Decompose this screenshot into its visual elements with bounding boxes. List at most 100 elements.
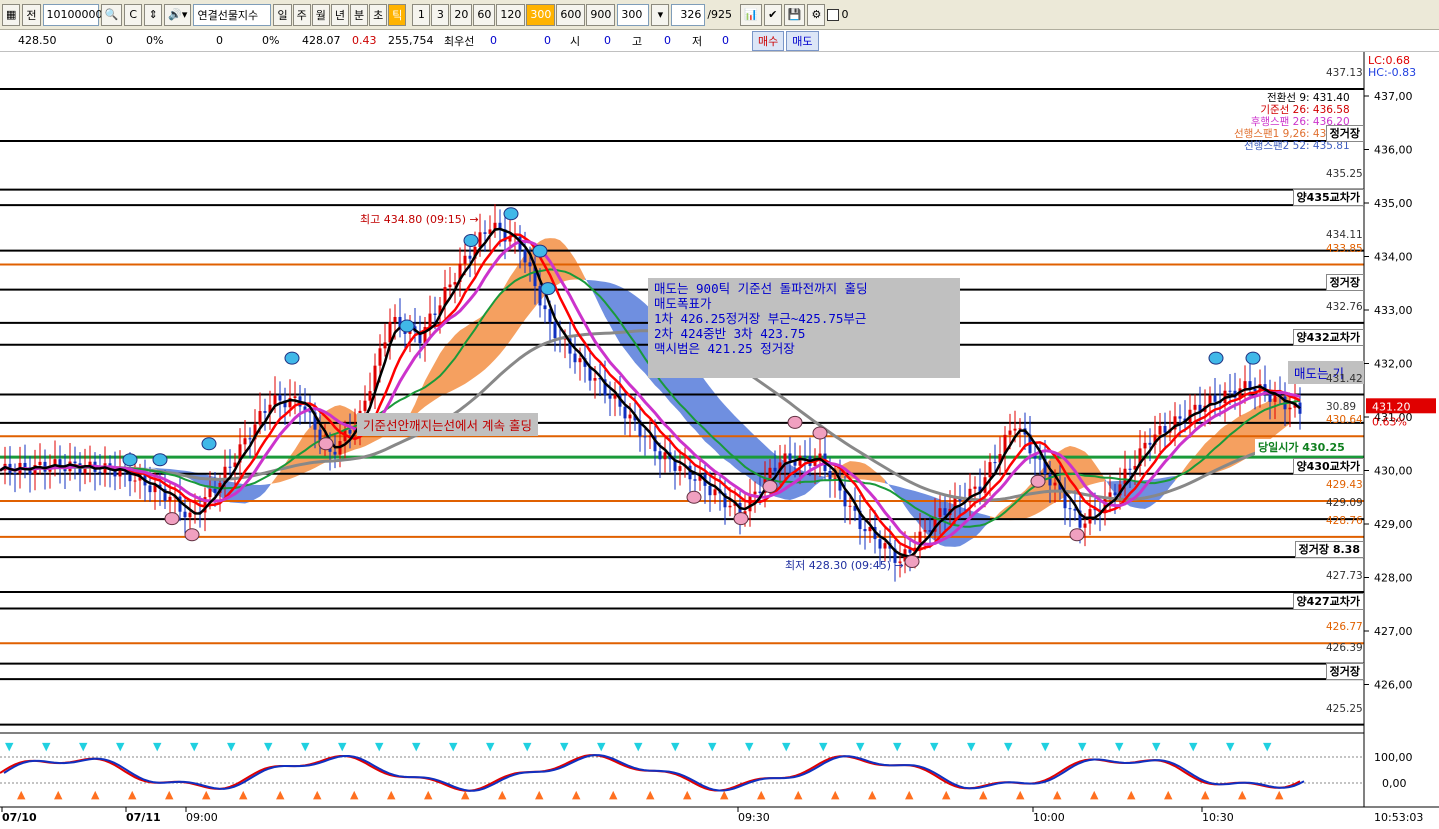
osc-arrow-up: ▲ [1127,788,1136,801]
chart-type-icon[interactable]: ▦ [2,3,21,26]
candle-body [938,508,942,517]
signal-marker-top [399,319,415,333]
osc-arrow-up: ▲ [461,788,470,801]
indicator-icon[interactable]: 📊 [740,3,762,26]
gear-icon[interactable]: ⚙ [807,3,826,26]
level-value: 431.42 [1326,372,1363,385]
clear-icon[interactable]: C [124,3,143,26]
osc-arrow-down: ▼ [1263,740,1272,753]
osc-arrow-down: ▼ [597,740,606,753]
cloud-segment [1220,425,1225,472]
period-button[interactable]: 주 [292,3,311,26]
tick-button[interactable]: 600 [556,3,586,26]
period-button[interactable]: 틱 [388,3,407,26]
axis-tick-label: 428,00 [1374,572,1413,585]
period-button[interactable]: 일 [273,3,292,26]
cloud-segment [1075,447,1080,492]
level-value: 437.13 [1326,67,1363,80]
candle-body [753,491,757,495]
osc-arrow-up: ▲ [91,788,100,801]
osc-arrow-up: ▲ [202,788,211,801]
cloud-segment [1245,410,1250,460]
candle-body [1178,416,1182,419]
candle-body [578,358,582,363]
signal-marker-top [532,244,548,258]
osc-arrow-up: ▲ [720,788,729,801]
tick-button[interactable]: 20 [450,3,473,26]
candle-body [1288,407,1292,410]
checkmark-chart-icon[interactable]: ✔ [763,3,782,26]
osc-arrow-down: ▼ [486,740,495,753]
search-icon[interactable]: 🔍 [100,3,123,26]
osc-arrow-down: ▼ [782,740,791,753]
osc-arrow-down: ▼ [819,740,828,753]
candle-body [1148,442,1152,445]
sell-button[interactable]: 매도 [786,30,819,51]
osc-arrow-up: ▲ [646,788,655,801]
candle-body [13,473,17,475]
candle-body [248,438,252,440]
strategy-note: 매도는 900틱 기준선 돌파전까지 홀딩 매도폭표가 1차 426.25정거장… [648,278,960,378]
candle-body [988,462,992,478]
cloud-segment [455,330,460,390]
cloud-segment [500,285,505,355]
cloud-segment [1140,480,1145,509]
price-change: 0.43 [352,34,377,47]
tick-value-select[interactable]: 300 [617,3,650,26]
period-button[interactable]: 월 [311,3,330,26]
osc-arrow-down: ▼ [893,740,902,753]
axis-tick-label: 429,00 [1374,518,1413,531]
tick-dropdown-icon[interactable]: ▾ [651,3,670,26]
time-tick-label: 10:30 [1202,811,1234,824]
candle-body [188,512,192,518]
signal-marker-bottom [812,426,828,440]
candle-body [758,491,762,493]
cloud-segment [710,387,715,451]
period-button[interactable]: 년 [330,3,349,26]
candle-body [1128,468,1132,470]
tick-button[interactable]: 120 [496,3,526,26]
candle-body [258,411,262,425]
tick-button[interactable]: 300 [526,3,556,26]
candle-body [1163,426,1167,433]
tick-button[interactable]: 900 [586,3,616,26]
tick-button[interactable]: 1 [412,3,431,26]
osc-arrow-up: ▲ [1053,788,1062,801]
level-value: 428.76 [1326,514,1363,527]
buy-button[interactable]: 매수 [752,30,785,51]
candle-body [133,480,137,482]
cloud-segment [730,410,735,468]
tick-button[interactable]: 60 [473,3,496,26]
osc-arrow-up: ▲ [17,788,26,801]
quote-value-1: 428.50 [18,34,57,47]
code-input[interactable]: 10100000 [42,3,103,26]
osc-arrow-up: ▲ [609,788,618,801]
candle-body [523,250,527,263]
level-tag: 양430교차가 [1292,457,1364,475]
period-button[interactable]: 분 [349,3,369,26]
osc-arrow-down: ▼ [967,740,976,753]
signal-marker-bottom [904,554,920,568]
candle-body [333,451,337,455]
spin-icon[interactable]: ⇕ [144,3,163,26]
count-input[interactable]: 326 [671,3,706,26]
osc-arrow-up: ▲ [128,788,137,801]
speaker-icon[interactable]: 🔊▾ [164,3,192,26]
osc-arrow-down: ▼ [560,740,569,753]
cloud-segment [510,269,515,342]
osc-arrow-up: ▲ [831,788,840,801]
signal-marker-top [503,207,519,221]
osc-arrow-down: ▼ [5,740,14,753]
axis-tick-label: 427,00 [1374,625,1413,638]
price-chart[interactable]: ▼ ▲ ▼ ▲ ▼ ▲ ▼ ▲ ▼ ▲ ▼ ▲ ▼ ▲ ▼ ▲ ▼ ▲ ▼ ▲ ▼ ▲ ▼ ▲ ▼ ▲ ▼ ▲ ▼ ▲ ▼ ▲ ▼ ▲ ▼ ▲ ▼ ▲ ▼ ▲… [0,52,1439,829]
osc-arrow-up: ▲ [1201,788,1210,801]
symbol-name-field[interactable]: 연결선물지수 [193,3,272,26]
candle-body [293,396,297,398]
tick-button[interactable]: 3 [431,3,450,26]
time-tick-label: 07/11 [126,811,161,824]
osc-arrow-down: ▼ [375,740,384,753]
save-icon[interactable]: 💾 [783,3,806,26]
period-button[interactable]: 초 [369,3,388,26]
prefix-button[interactable]: 전 [22,3,41,26]
display-checkbox[interactable] [827,8,840,21]
